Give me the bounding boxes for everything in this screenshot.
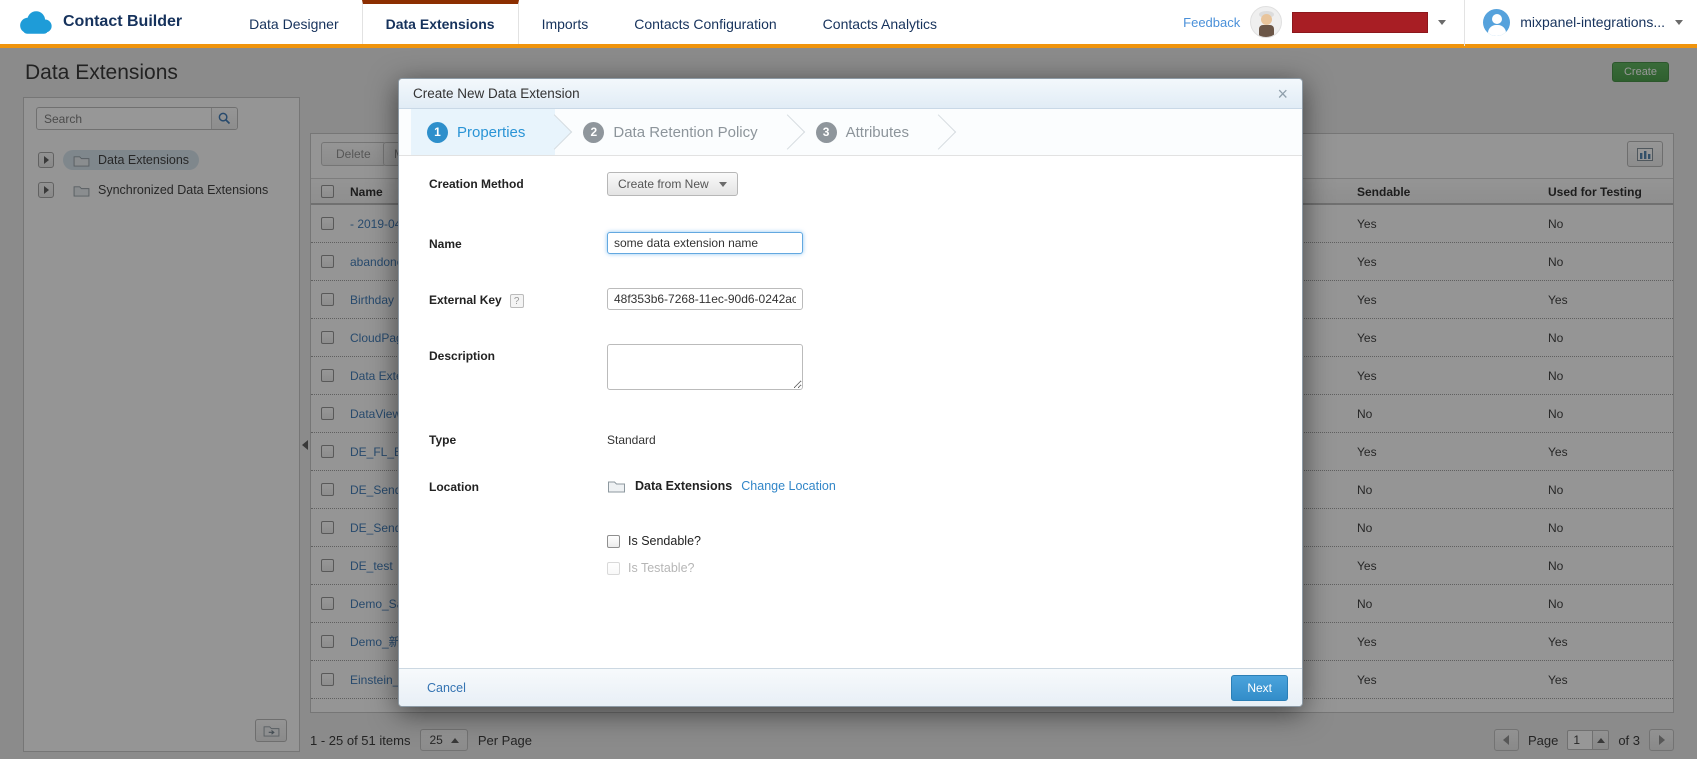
change-location-link[interactable]: Change Location <box>741 479 836 493</box>
feedback-link[interactable]: Feedback <box>1183 15 1240 30</box>
folder-icon <box>607 479 626 493</box>
name-label: Name <box>429 232 607 254</box>
step-number: 1 <box>427 122 448 143</box>
modal-body: Creation Method Create from New Name Ext… <box>399 156 1302 670</box>
chevron-down-icon <box>719 182 727 187</box>
step-number: 2 <box>583 122 604 143</box>
type-value: Standard <box>607 428 656 447</box>
next-button[interactable]: Next <box>1231 675 1288 701</box>
redacted-block[interactable] <box>1292 12 1428 33</box>
modal-header: Create New Data Extension × <box>399 79 1302 109</box>
tab-data-extensions[interactable]: Data Extensions <box>362 0 519 44</box>
is-sendable-label: Is Sendable? <box>628 534 701 548</box>
step-data-retention-policy[interactable]: 2 Data Retention Policy <box>555 109 787 155</box>
tab-data-designer[interactable]: Data Designer <box>226 0 362 44</box>
creation-method-value: Create from New <box>618 177 709 191</box>
external-key-label-text: External Key <box>429 293 502 307</box>
cancel-link[interactable]: Cancel <box>427 681 466 695</box>
account-chevron-down-icon[interactable] <box>1675 20 1683 25</box>
modal-footer: Cancel Next <box>399 668 1302 706</box>
location-value: Data Extensions <box>635 479 732 493</box>
create-data-extension-modal: Create New Data Extension × 1 Properties… <box>398 78 1303 707</box>
name-input[interactable] <box>607 232 803 254</box>
step-number: 3 <box>816 122 837 143</box>
external-key-input[interactable] <box>607 288 803 310</box>
top-nav: Contact Builder Data Designer Data Exten… <box>0 0 1697 48</box>
nav-right: Feedback mixpanel-integrations... <box>1183 0 1697 44</box>
description-textarea[interactable] <box>607 344 803 390</box>
step-label: Properties <box>457 124 525 141</box>
type-label: Type <box>429 428 607 447</box>
is-testable-checkbox <box>607 562 620 575</box>
creation-method-label: Creation Method <box>429 172 607 196</box>
einstein-avatar[interactable] <box>1250 6 1282 38</box>
is-testable-label: Is Testable? <box>628 561 694 575</box>
wizard-steps: 1 Properties 2 Data Retention Policy 3 A… <box>399 109 1302 156</box>
step-label: Data Retention Policy <box>613 124 757 141</box>
close-icon[interactable]: × <box>1277 85 1288 103</box>
nav-tabs: Data Designer Data Extensions Imports Co… <box>226 0 960 44</box>
chevron-down-icon <box>1438 20 1446 25</box>
external-key-label: External Key ? <box>429 288 607 310</box>
modal-title: Create New Data Extension <box>413 86 580 101</box>
user-avatar-icon[interactable] <box>1483 9 1510 36</box>
help-icon[interactable]: ? <box>510 294 524 308</box>
app-title: Contact Builder <box>63 13 182 31</box>
step-label: Attributes <box>846 124 909 141</box>
app-brand[interactable]: Contact Builder <box>0 0 196 44</box>
step-attributes[interactable]: 3 Attributes <box>788 109 939 155</box>
step-properties[interactable]: 1 Properties <box>411 109 555 155</box>
tab-imports[interactable]: Imports <box>519 0 612 44</box>
description-label: Description <box>429 344 607 390</box>
tab-contacts-configuration[interactable]: Contacts Configuration <box>611 0 799 44</box>
step-chevron <box>921 114 956 149</box>
tab-contacts-analytics[interactable]: Contacts Analytics <box>800 0 960 44</box>
cloud-logo-icon <box>16 10 54 35</box>
location-label: Location <box>429 475 607 494</box>
nav-divider <box>1464 0 1465 46</box>
account-name: mixpanel-integrations... <box>1520 14 1665 30</box>
creation-method-dropdown[interactable]: Create from New <box>607 172 738 196</box>
is-sendable-checkbox[interactable] <box>607 535 620 548</box>
